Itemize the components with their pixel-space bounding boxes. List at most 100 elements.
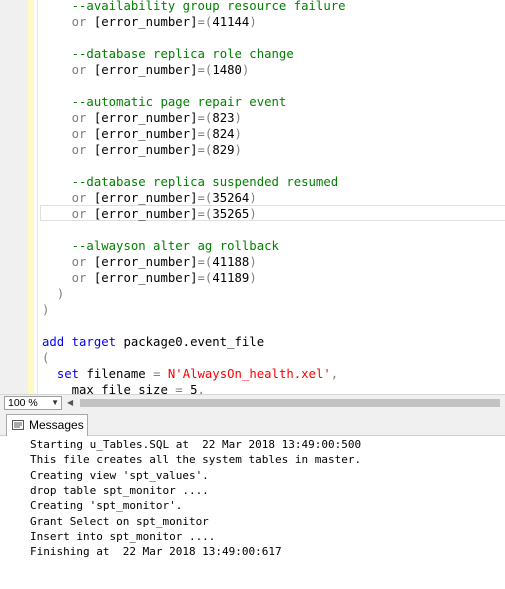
code-line[interactable]: ) xyxy=(42,286,64,302)
code-token: --database replica suspended resumed xyxy=(71,175,339,189)
code-line[interactable]: --automatic page repair event xyxy=(42,94,287,110)
code-token: 824 xyxy=(212,127,235,141)
messages-panel[interactable]: Starting u_Tables.SQL at 22 Mar 2018 13:… xyxy=(0,436,505,589)
results-tab-strip: Messages xyxy=(0,411,505,436)
code-line[interactable]: or [error_number]=(829) xyxy=(42,142,242,158)
code-token: --database replica role change xyxy=(71,47,294,61)
code-token: =( xyxy=(197,191,213,205)
code-editor[interactable]: --availability group resource failure or… xyxy=(0,0,505,394)
code-token: ) xyxy=(42,303,50,317)
line-gutter xyxy=(0,0,28,394)
code-token: or xyxy=(71,63,94,77)
code-line[interactable]: ( xyxy=(42,350,49,366)
code-token: [error_number] xyxy=(93,255,198,269)
code-token: =( xyxy=(197,15,213,29)
code-token: =( xyxy=(197,207,213,221)
message-line: This file creates all the system tables … xyxy=(30,453,362,467)
code-token: [error_number] xyxy=(93,15,198,29)
code-token: add target xyxy=(42,335,124,349)
tab-messages[interactable]: Messages xyxy=(6,414,88,436)
code-line[interactable]: or [error_number]=(823) xyxy=(42,110,242,126)
code-token: or xyxy=(71,143,94,157)
message-line: Creating 'spt_monitor'. xyxy=(30,499,183,513)
code-line[interactable]: or [error_number]=(35265) xyxy=(42,206,257,222)
code-token: ) xyxy=(234,127,242,141)
code-token: 5 xyxy=(190,383,198,394)
code-token: filename xyxy=(86,367,154,381)
code-token: [error_number] xyxy=(93,207,198,221)
code-token: package0.event_file xyxy=(123,335,265,349)
code-token: or xyxy=(71,15,94,29)
message-line: drop table spt_monitor .... xyxy=(30,483,209,497)
code-line[interactable]: or [error_number]=(41189) xyxy=(42,270,257,286)
code-token: ) xyxy=(241,63,250,77)
code-token: ) xyxy=(249,271,257,285)
indent-guide xyxy=(37,0,38,394)
code-token: or xyxy=(71,255,94,269)
messages-icon xyxy=(12,420,24,430)
code-line[interactable]: add target package0.event_file xyxy=(42,334,264,350)
message-line: Finishing at 22 Mar 2018 13:49:00:617 xyxy=(30,545,282,559)
code-token: = xyxy=(175,383,191,394)
code-token: or xyxy=(71,207,94,221)
code-token: [error_number] xyxy=(93,271,198,285)
code-line[interactable]: ) xyxy=(42,302,49,318)
code-line[interactable]: or [error_number]=(824) xyxy=(42,126,242,142)
code-token: = xyxy=(153,367,168,381)
code-line[interactable]: set filename = N'AlwaysOn_health.xel', xyxy=(42,366,338,382)
code-token: --automatic page repair event xyxy=(71,95,287,109)
code-token: --availability group resource failure xyxy=(71,0,346,13)
code-token: ) xyxy=(249,207,257,221)
code-token: , xyxy=(197,383,205,394)
code-token: ) xyxy=(249,15,257,29)
code-token: [error_number] xyxy=(93,127,198,141)
code-token: 35264 xyxy=(212,191,250,205)
code-token: or xyxy=(71,127,94,141)
code-token: max_file_size xyxy=(71,383,176,394)
code-token: =( xyxy=(197,127,213,141)
tab-messages-label: Messages xyxy=(29,418,84,432)
zoom-value: 100 % xyxy=(8,397,38,409)
code-token: 829 xyxy=(212,143,235,157)
code-token: or xyxy=(71,111,94,125)
code-token: or xyxy=(71,271,94,285)
code-line[interactable]: or [error_number]=(1480) xyxy=(42,62,250,78)
change-tracking-bar xyxy=(28,0,34,394)
code-token: =( xyxy=(197,63,213,77)
code-token: 41189 xyxy=(212,271,250,285)
code-line[interactable]: max_file_size = 5, xyxy=(42,382,205,394)
code-token: [error_number] xyxy=(93,111,198,125)
code-line[interactable]: --alwayson alter ag rollback xyxy=(42,238,279,254)
zoom-dropdown[interactable]: 100 % ▼ xyxy=(4,396,62,410)
code-line[interactable]: --availability group resource failure xyxy=(42,0,346,14)
code-token: =( xyxy=(197,111,213,125)
code-line[interactable]: or [error_number]=(41144) xyxy=(42,14,257,30)
code-token: [error_number] xyxy=(93,143,198,157)
message-line: Starting u_Tables.SQL at 22 Mar 2018 13:… xyxy=(30,438,362,451)
code-token: =( xyxy=(197,255,213,269)
horizontal-scrollbar-thumb[interactable] xyxy=(80,399,500,407)
code-line[interactable]: --database replica role change xyxy=(42,46,294,62)
code-line[interactable]: or [error_number]=(41188) xyxy=(42,254,257,270)
code-token: [error_number] xyxy=(93,63,198,77)
code-line[interactable]: --database replica suspended resumed xyxy=(42,174,339,190)
code-token: ) xyxy=(234,111,242,125)
chevron-down-icon[interactable]: ▼ xyxy=(51,397,59,409)
scroll-left-icon[interactable]: ◀ xyxy=(67,398,73,407)
code-token: 1480 xyxy=(212,63,242,77)
code-line[interactable]: or [error_number]=(35264) xyxy=(42,190,257,206)
